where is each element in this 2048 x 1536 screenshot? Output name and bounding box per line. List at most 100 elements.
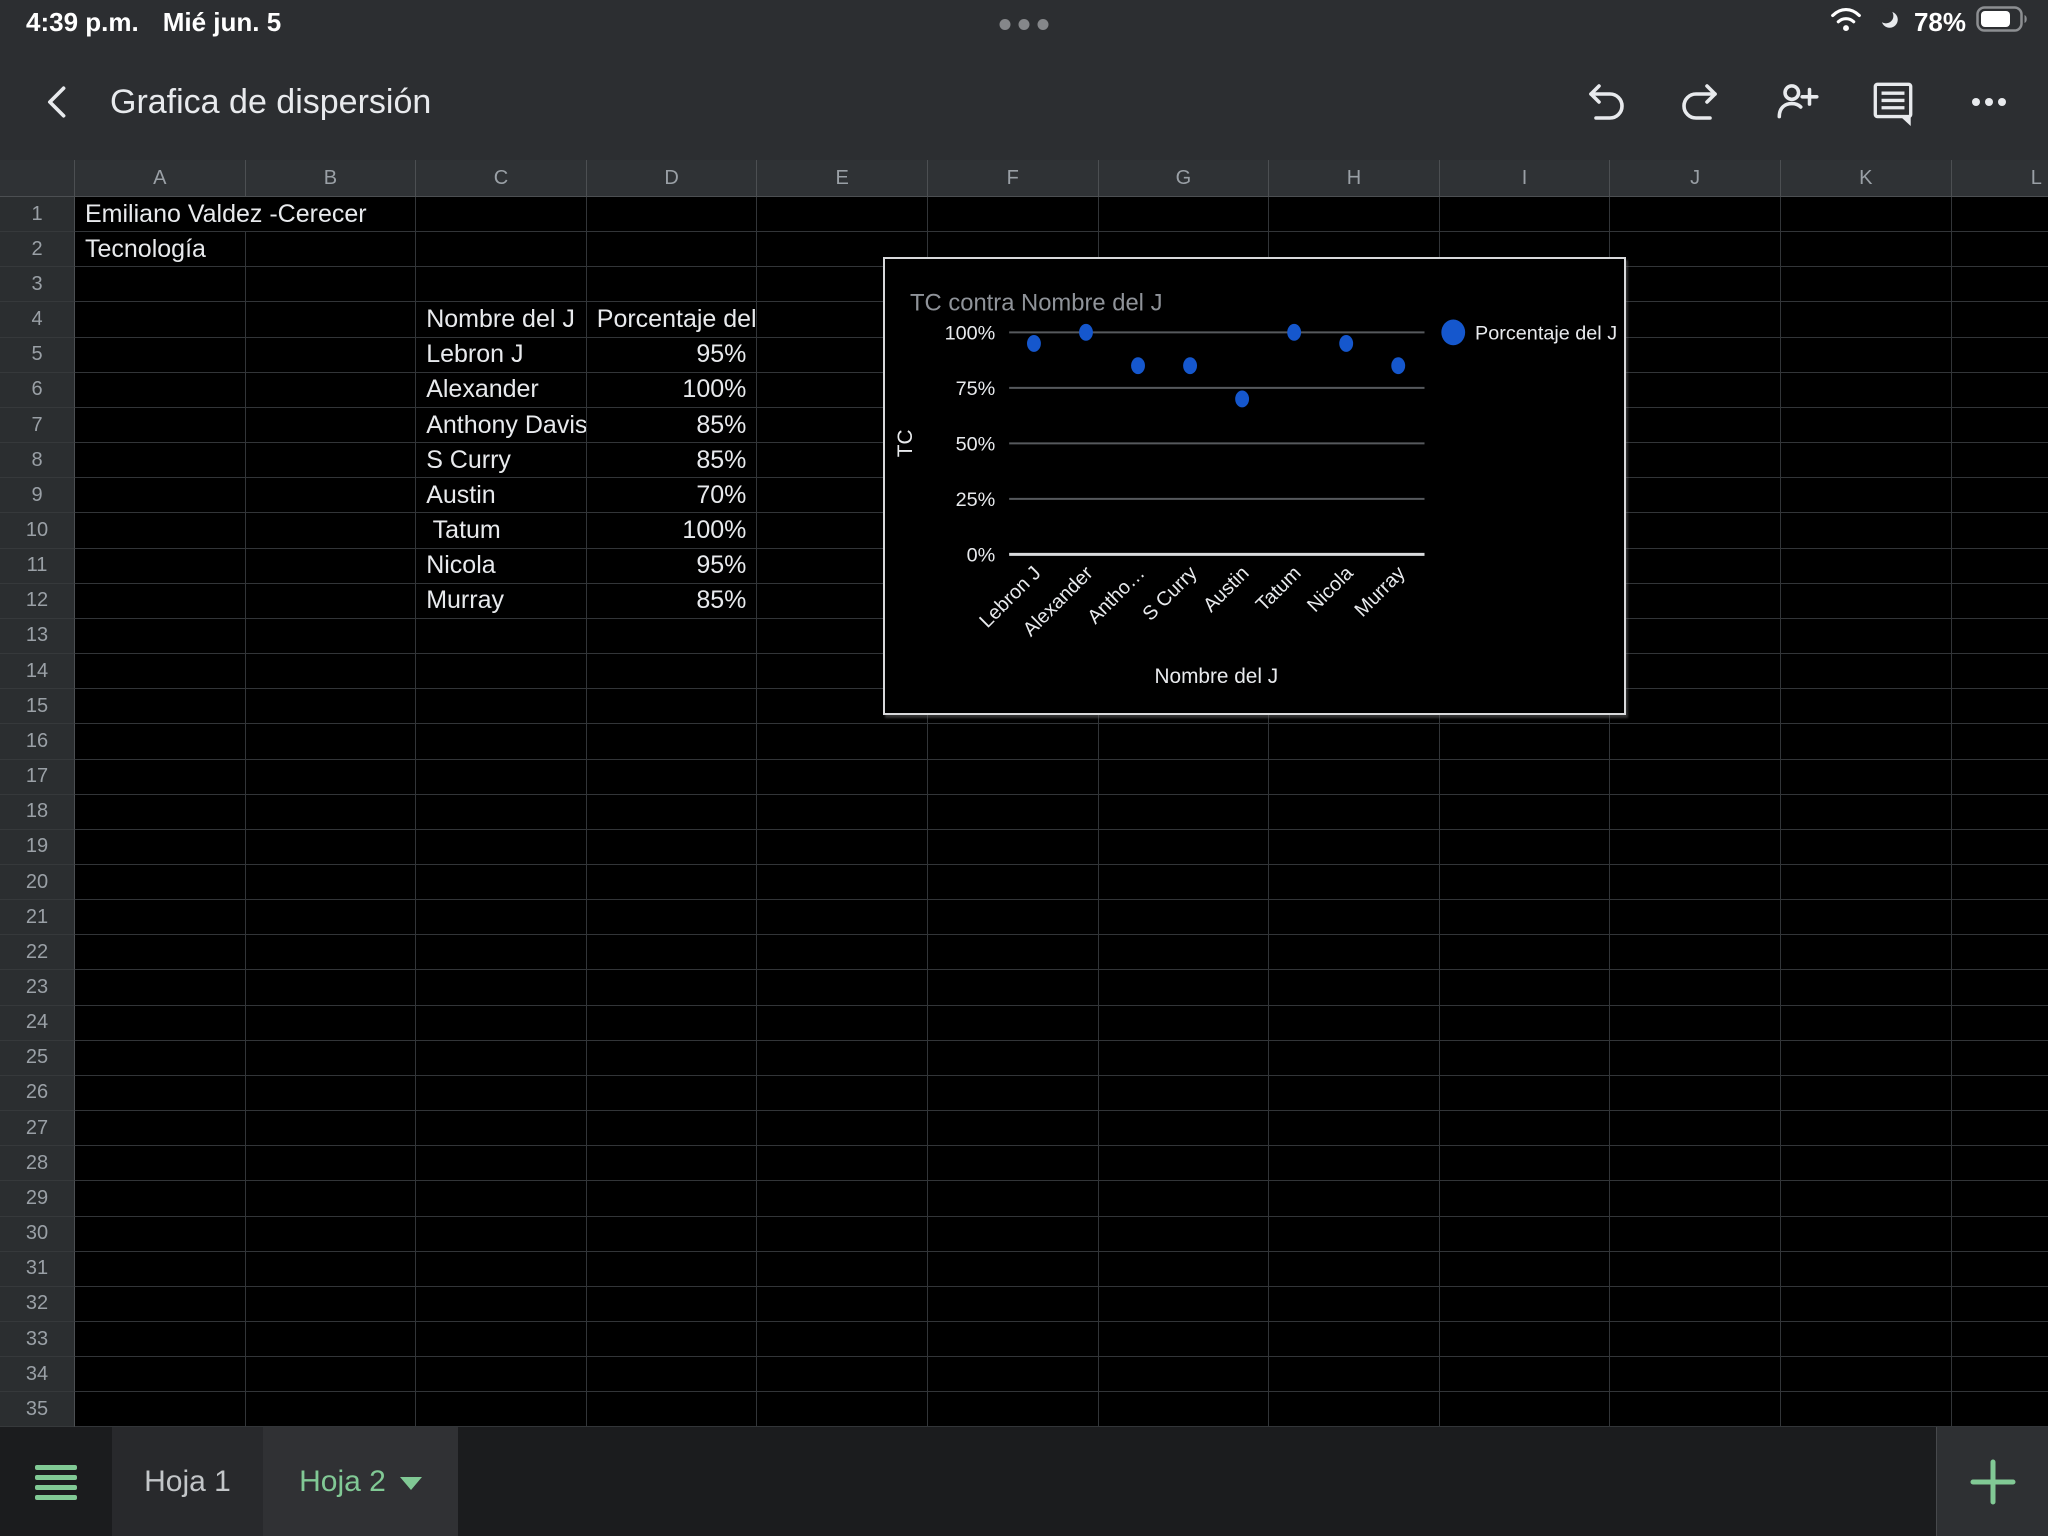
cell-K31[interactable]: [1781, 1252, 1952, 1287]
cell-A27[interactable]: [75, 1111, 246, 1146]
row-header-14[interactable]: 14: [0, 654, 75, 689]
cell-A11[interactable]: [75, 549, 246, 584]
cell-D13[interactable]: [587, 619, 758, 654]
cell-B2[interactable]: [246, 232, 417, 267]
row-header-6[interactable]: 6: [0, 373, 75, 408]
cell-D7[interactable]: 85%: [587, 408, 758, 443]
cell-A20[interactable]: [75, 865, 246, 900]
cell-A4[interactable]: [75, 302, 246, 337]
row-header-24[interactable]: 24: [0, 1006, 75, 1041]
cell-D11[interactable]: 95%: [587, 549, 758, 584]
cell-B25[interactable]: [246, 1041, 417, 1076]
cell-G34[interactable]: [1099, 1357, 1270, 1392]
cell-L20[interactable]: [1952, 865, 2048, 900]
cell-H20[interactable]: [1269, 865, 1440, 900]
cell-J28[interactable]: [1610, 1146, 1781, 1181]
cell-J19[interactable]: [1610, 830, 1781, 865]
cell-B33[interactable]: [246, 1322, 417, 1357]
cell-B26[interactable]: [246, 1076, 417, 1111]
comments-button[interactable]: [1868, 77, 1918, 127]
row-header-30[interactable]: 30: [0, 1217, 75, 1252]
cell-G17[interactable]: [1099, 760, 1270, 795]
cell-A35[interactable]: [75, 1392, 246, 1427]
tab-hoja-1[interactable]: Hoja 1: [112, 1427, 263, 1536]
cell-G33[interactable]: [1099, 1322, 1270, 1357]
cell-D29[interactable]: [587, 1181, 758, 1216]
row-header-1[interactable]: 1: [0, 197, 75, 232]
cell-H23[interactable]: [1269, 970, 1440, 1005]
row-header-28[interactable]: 28: [0, 1146, 75, 1181]
cell-A26[interactable]: [75, 1076, 246, 1111]
cell-A8[interactable]: [75, 443, 246, 478]
cell-F30[interactable]: [928, 1217, 1099, 1252]
cell-B15[interactable]: [246, 689, 417, 724]
cell-L8[interactable]: [1952, 443, 2048, 478]
cell-D2[interactable]: [587, 232, 758, 267]
cell-I16[interactable]: [1440, 724, 1611, 759]
cell-B11[interactable]: [246, 549, 417, 584]
cell-E34[interactable]: [757, 1357, 928, 1392]
cell-H16[interactable]: [1269, 724, 1440, 759]
row-header-9[interactable]: 9: [0, 478, 75, 513]
cell-D28[interactable]: [587, 1146, 758, 1181]
cell-J18[interactable]: [1610, 795, 1781, 830]
cell-E30[interactable]: [757, 1217, 928, 1252]
cell-C30[interactable]: [416, 1217, 587, 1252]
cell-D4[interactable]: Porcentaje del J: [587, 302, 758, 337]
column-header-F[interactable]: F: [928, 160, 1099, 197]
cell-I31[interactable]: [1440, 1252, 1611, 1287]
cell-F1[interactable]: [928, 197, 1099, 232]
cell-K5[interactable]: [1781, 338, 1952, 373]
cell-A29[interactable]: [75, 1181, 246, 1216]
cell-A9[interactable]: [75, 478, 246, 513]
cell-H35[interactable]: [1269, 1392, 1440, 1427]
column-header-J[interactable]: J: [1610, 160, 1781, 197]
cell-L3[interactable]: [1952, 267, 2048, 302]
cell-B10[interactable]: [246, 513, 417, 548]
cell-I18[interactable]: [1440, 795, 1611, 830]
cell-I1[interactable]: [1440, 197, 1611, 232]
cell-I17[interactable]: [1440, 760, 1611, 795]
cell-E33[interactable]: [757, 1322, 928, 1357]
cell-G21[interactable]: [1099, 900, 1270, 935]
cell-K9[interactable]: [1781, 478, 1952, 513]
cell-J5[interactable]: [1610, 338, 1781, 373]
cell-I32[interactable]: [1440, 1287, 1611, 1322]
cell-K23[interactable]: [1781, 970, 1952, 1005]
cell-L24[interactable]: [1952, 1006, 2048, 1041]
cell-I33[interactable]: [1440, 1322, 1611, 1357]
cell-D31[interactable]: [587, 1252, 758, 1287]
cell-C15[interactable]: [416, 689, 587, 724]
cell-I20[interactable]: [1440, 865, 1611, 900]
document-title[interactable]: Grafica de dispersión: [110, 83, 431, 122]
cell-E25[interactable]: [757, 1041, 928, 1076]
row-header-5[interactable]: 5: [0, 338, 75, 373]
cell-G16[interactable]: [1099, 724, 1270, 759]
cell-L35[interactable]: [1952, 1392, 2048, 1427]
row-header-3[interactable]: 3: [0, 267, 75, 302]
cell-D14[interactable]: [587, 654, 758, 689]
cell-F26[interactable]: [928, 1076, 1099, 1111]
cell-E1[interactable]: [757, 197, 928, 232]
cell-B17[interactable]: [246, 760, 417, 795]
cell-C13[interactable]: [416, 619, 587, 654]
cell-F23[interactable]: [928, 970, 1099, 1005]
cell-A25[interactable]: [75, 1041, 246, 1076]
cell-K19[interactable]: [1781, 830, 1952, 865]
cell-A7[interactable]: [75, 408, 246, 443]
cell-G23[interactable]: [1099, 970, 1270, 1005]
row-header-11[interactable]: 11: [0, 549, 75, 584]
row-header-25[interactable]: 25: [0, 1041, 75, 1076]
cell-A24[interactable]: [75, 1006, 246, 1041]
cell-H17[interactable]: [1269, 760, 1440, 795]
cell-C11[interactable]: Nicola: [416, 549, 587, 584]
cell-L17[interactable]: [1952, 760, 2048, 795]
row-header-34[interactable]: 34: [0, 1357, 75, 1392]
cell-C17[interactable]: [416, 760, 587, 795]
cell-G32[interactable]: [1099, 1287, 1270, 1322]
cell-D12[interactable]: 85%: [587, 584, 758, 619]
cell-F27[interactable]: [928, 1111, 1099, 1146]
cell-K12[interactable]: [1781, 584, 1952, 619]
cell-I35[interactable]: [1440, 1392, 1611, 1427]
cell-B20[interactable]: [246, 865, 417, 900]
